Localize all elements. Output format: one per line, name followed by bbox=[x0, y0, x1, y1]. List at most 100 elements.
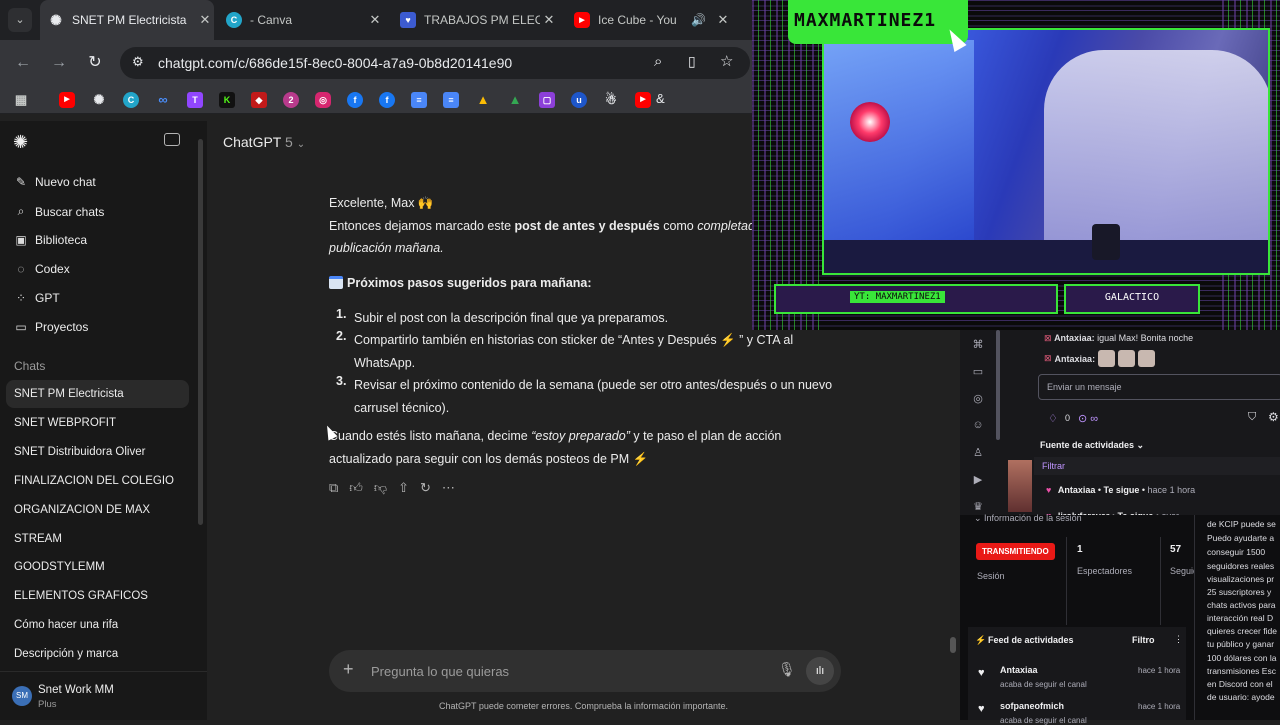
close-tab-icon[interactable]: ✕ bbox=[714, 12, 732, 28]
sidebar-chat-item[interactable]: SNET Distribuidora Oliver bbox=[6, 438, 189, 466]
plus-icon[interactable]: + bbox=[343, 659, 354, 680]
share-icon[interactable]: ⇧ bbox=[398, 480, 409, 496]
bookmark-star-icon[interactable]: ☆ bbox=[720, 52, 733, 70]
message-line2: publicación mañana. bbox=[329, 241, 444, 255]
settings-icon[interactable]: ⚙ bbox=[1268, 410, 1279, 424]
youtube-bookmark-icon[interactable]: ▶ bbox=[635, 92, 651, 108]
instagram-bookmark-icon[interactable]: ◎ bbox=[315, 92, 331, 108]
apps-grid-icon[interactable]: ▦ bbox=[13, 92, 29, 108]
sidebar-scrollbar[interactable] bbox=[198, 139, 203, 525]
canva-bookmark-icon[interactable]: C bbox=[123, 92, 139, 108]
library-button[interactable]: ▣ Biblioteca bbox=[14, 233, 87, 247]
chat-scrollbar[interactable] bbox=[950, 637, 956, 653]
projects-button[interactable]: ▭ Proyectos bbox=[14, 320, 88, 334]
facebook-bookmark-icon[interactable]: f bbox=[379, 92, 395, 108]
chat-icon[interactable]: ▭ bbox=[968, 365, 988, 378]
docs-bookmark-icon[interactable]: ≡ bbox=[443, 92, 459, 108]
regenerate-icon[interactable]: ↻ bbox=[420, 480, 431, 496]
glitch-stripes-left bbox=[752, 0, 822, 330]
activity-feed-header[interactable]: Fuente de actividades ⌄ bbox=[1040, 440, 1144, 451]
close-sidebar-icon[interactable] bbox=[164, 133, 180, 146]
close-tab-icon[interactable]: ✕ bbox=[196, 12, 214, 28]
twitch-bookmark-icon[interactable]: T bbox=[187, 92, 203, 108]
microphone-icon[interactable]: 🎙︎ bbox=[778, 661, 796, 678]
voice-mode-button[interactable]: ılı bbox=[806, 657, 834, 685]
filter-bar[interactable]: Filtrar bbox=[1034, 457, 1280, 475]
codex-button[interactable]: ◌ Codex bbox=[14, 262, 70, 276]
target-icon[interactable]: ◎ bbox=[968, 392, 988, 405]
person-bookmark-icon[interactable]: ☃ bbox=[603, 92, 619, 108]
circle-bookmark-icon[interactable]: 2 bbox=[283, 92, 299, 108]
user-profile-button[interactable]: SM Snet Work MM Plus bbox=[0, 671, 207, 720]
video-icon[interactable]: ▶ bbox=[968, 473, 988, 486]
meta-bookmark-icon[interactable]: ∞ bbox=[155, 92, 171, 108]
timer-icon[interactable]: ⊙ ∞ bbox=[1078, 412, 1098, 425]
page-icon[interactable]: ▯ bbox=[688, 53, 696, 70]
more-icon[interactable]: ⋮ bbox=[1174, 634, 1183, 645]
url-bar[interactable]: ⚙ chatgpt.com/c/686de15f-8ec0-8004-a7a9-… bbox=[120, 47, 750, 79]
u-bookmark-icon[interactable]: u bbox=[571, 92, 587, 108]
ad-line: visualizaciones pr bbox=[1207, 574, 1275, 584]
model-selector[interactable]: ChatGPT 5 ⌄ bbox=[223, 134, 305, 150]
back-icon[interactable]: ← bbox=[12, 52, 34, 74]
smile-icon[interactable]: ☺ bbox=[968, 419, 988, 431]
sidebar-chat-item[interactable]: Descripción y marca bbox=[6, 640, 189, 668]
composer[interactable]: + Pregunta lo que quieras 🎙︎ ılı bbox=[329, 650, 841, 692]
twitch-scrollbar[interactable] bbox=[996, 330, 1000, 440]
search-chats-button[interactable]: ⌕ Buscar chats bbox=[14, 204, 105, 219]
chat-input[interactable]: Enviar un mensaje bbox=[1038, 374, 1280, 400]
kick-bookmark-icon[interactable]: K bbox=[219, 92, 235, 108]
gpt-button[interactable]: ⁘ GPT bbox=[14, 291, 60, 305]
sidebar-chat-item[interactable]: GOODSTYLEMM bbox=[6, 553, 189, 581]
copy-icon[interactable]: ⧉ bbox=[329, 480, 338, 496]
new-chat-button[interactable]: ✎ Nuevo chat bbox=[14, 175, 96, 189]
sidebar-chat-item[interactable]: ELEMENTOS GRAFICOS bbox=[6, 582, 189, 610]
composer-input[interactable]: Pregunta lo que quieras bbox=[371, 664, 509, 679]
site-info-icon[interactable]: ⚙ bbox=[132, 54, 144, 70]
zoom-icon[interactable]: ⌕ bbox=[654, 53, 662, 70]
ad-message: de KCIP puede se Puedo ayudarte a conseg… bbox=[1194, 515, 1280, 720]
ad-line: conseguir 1500 bbox=[1207, 547, 1266, 557]
sidebar-chat-item[interactable]: SNET PM Electricista bbox=[6, 380, 189, 408]
sidebar-chat-item[interactable]: SNET WEBPROFIT bbox=[6, 409, 189, 437]
drive-bookmark-icon[interactable]: ▲ bbox=[475, 92, 491, 108]
codex-label: Codex bbox=[35, 262, 70, 276]
drive-bookmark-icon[interactable]: ▲ bbox=[507, 92, 523, 108]
tab-chatgpt[interactable]: ✺ SNET PM Electricista ✕ bbox=[40, 0, 214, 40]
tab-youtube[interactable]: ▶ Ice Cube - You 🔊 ✕ bbox=[566, 6, 732, 34]
channel-points-icon[interactable]: ♢ bbox=[1048, 412, 1058, 425]
chatgpt-bookmark-icon[interactable]: ✺ bbox=[91, 92, 107, 108]
purple-bookmark-icon[interactable]: ▢ bbox=[539, 92, 555, 108]
tab-canva[interactable]: C - Canva ✕ bbox=[218, 6, 384, 34]
shield-icon[interactable]: ⛉ bbox=[1248, 411, 1256, 424]
user-plan: Plus bbox=[38, 699, 57, 710]
forward-icon[interactable]: → bbox=[48, 52, 70, 74]
feed-filter-button[interactable]: Filtro bbox=[1132, 635, 1155, 645]
speaker-icon[interactable]: 🔊 bbox=[691, 13, 706, 27]
red-bookmark-icon[interactable]: ◆ bbox=[251, 92, 267, 108]
close-tab-icon[interactable]: ✕ bbox=[540, 12, 558, 28]
step-number: 2. bbox=[336, 329, 347, 343]
thumbs-down-icon[interactable]: 👎︎ bbox=[374, 480, 387, 496]
sidebar-chat-item[interactable]: FINALIZACION DEL COLEGIO bbox=[6, 467, 189, 495]
close-tab-icon[interactable]: ✕ bbox=[366, 12, 384, 28]
sidebar-chat-item[interactable]: STREAM bbox=[6, 525, 189, 553]
facebook-bookmark-icon[interactable]: f bbox=[347, 92, 363, 108]
tab-list-button[interactable]: ⌄ bbox=[8, 8, 32, 32]
sidebar-chat-item[interactable]: ORGANIZACION DE MAX bbox=[6, 496, 189, 524]
tab-trabajos[interactable]: ♥ TRABAJOS PM ELEC ✕ bbox=[392, 6, 558, 34]
sidebar-chat-item[interactable]: Cómo hacer una rifa bbox=[6, 611, 189, 639]
url-text[interactable]: chatgpt.com/c/686de15f-8ec0-8004-a7a9-0b… bbox=[158, 55, 512, 71]
trophy-icon[interactable]: ♛ bbox=[968, 500, 988, 513]
docs-bookmark-icon[interactable]: ≡ bbox=[411, 92, 427, 108]
divider bbox=[1066, 537, 1067, 625]
youtube-bookmark-icon[interactable]: ▶ bbox=[59, 92, 75, 108]
bookmark-ampersand[interactable]: & bbox=[656, 91, 665, 106]
person-add-icon[interactable]: ♙ bbox=[968, 446, 988, 459]
ad-line: 25 suscriptores y bbox=[1207, 587, 1272, 597]
thumbs-up-icon[interactable]: 👍︎ bbox=[349, 480, 363, 496]
mod-icon[interactable]: ⌘ bbox=[968, 338, 988, 351]
more-icon[interactable]: ⋯ bbox=[442, 480, 455, 496]
reload-icon[interactable]: ↻ bbox=[84, 52, 106, 74]
openai-logo-icon[interactable]: ✺ bbox=[13, 132, 28, 153]
